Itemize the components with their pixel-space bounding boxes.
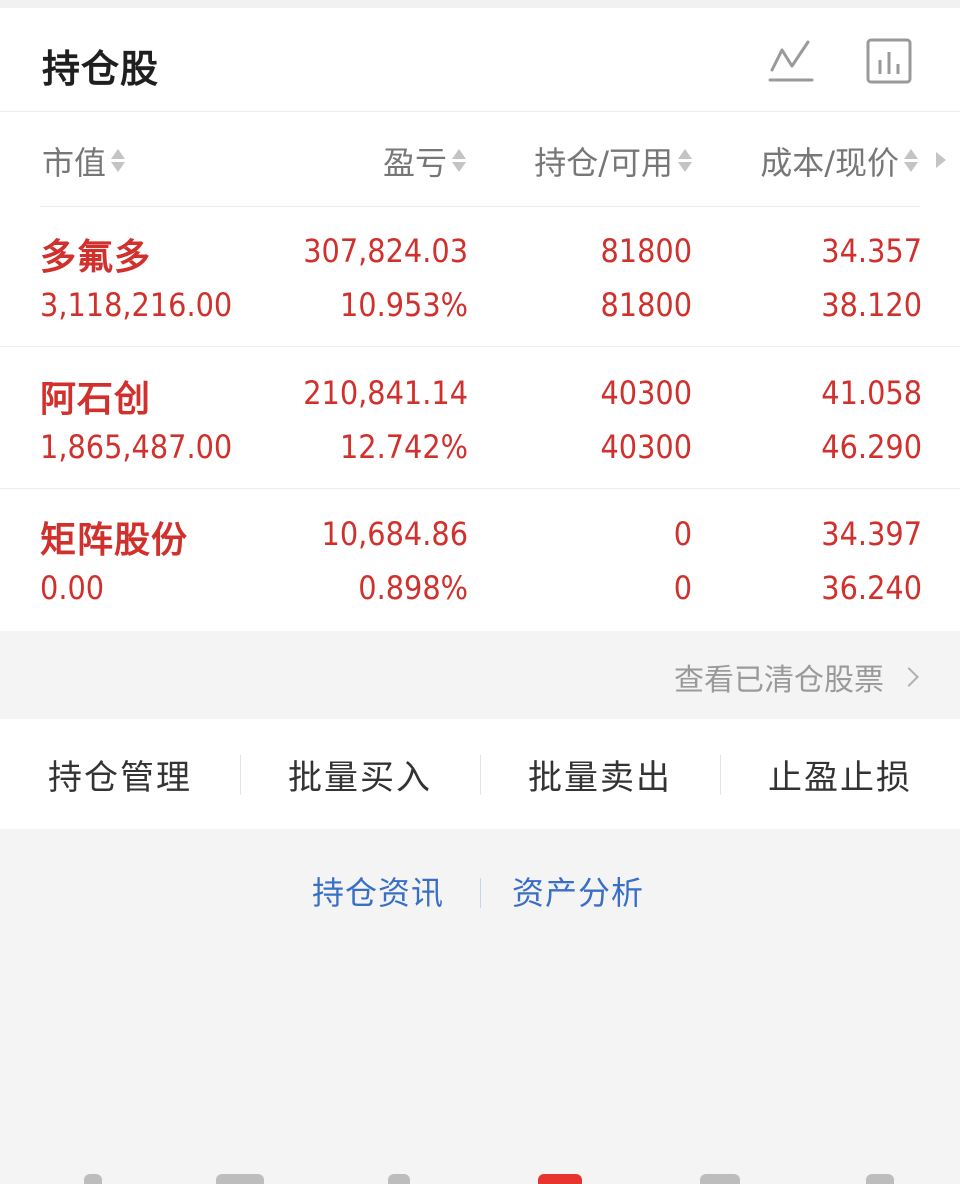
sort-icon [450,144,468,178]
view-cleared-stocks-link[interactable]: 查看已清仓股票 [674,655,919,699]
divider [0,346,960,347]
market-value: 0.00 [40,569,105,607]
market-value: 3,118,216.00 [40,286,233,324]
nav-icon[interactable] [388,1174,410,1184]
bar-chart-icon[interactable] [864,36,914,86]
divider [480,878,481,908]
sort-icon [109,144,127,178]
profit-percent: 12.742% [339,428,468,466]
position-qty: 0 [673,515,692,553]
profit-percent: 0.898% [358,569,468,607]
nav-icon[interactable] [866,1174,894,1184]
profit-amount: 10,684.86 [321,515,468,553]
column-market-value[interactable]: 市值 [42,138,127,184]
cost-price: 34.357 [821,232,922,270]
table-row[interactable]: 矩阵股份 0.00 10,684.86 0.898% 0 0 34.397 36… [0,489,960,630]
table-header: 市值 盈亏 持仓/可用 成本/现价 [0,112,960,206]
profit-amount: 210,841.14 [303,374,468,412]
cost-price: 41.058 [821,374,922,412]
column-profit[interactable]: 盈亏 [383,138,468,184]
holdings-news-link[interactable]: 持仓资讯 [312,868,444,914]
asset-analysis-link[interactable]: 资产分析 [512,868,644,914]
column-position[interactable]: 持仓/可用 [534,138,694,184]
link-label: 查看已清仓股票 [674,663,884,698]
current-price: 46.290 [821,428,922,466]
chevron-right-icon [899,667,919,687]
page-title: 持仓股 [42,47,160,91]
stop-profit-loss-button[interactable]: 止盈止损 [720,719,960,829]
available-qty: 0 [673,569,692,607]
nav-icon[interactable] [538,1174,582,1184]
column-label: 成本/现价 [760,144,899,182]
stock-name: 阿石创 [40,379,152,420]
column-label: 盈亏 [382,144,447,182]
position-qty: 40300 [600,374,692,412]
column-label: 市值 [42,144,107,182]
bottom-nav-peek [0,1166,960,1184]
market-value: 1,865,487.00 [40,428,233,466]
sort-icon [902,144,920,178]
available-qty: 81800 [600,286,692,324]
nav-icon[interactable] [700,1174,740,1184]
action-bar: 持仓管理 批量买入 批量卖出 止盈止损 [0,719,960,829]
current-price: 36.240 [821,569,922,607]
info-links: 持仓资讯 资产分析 [0,860,960,920]
stock-name: 多氟多 [40,237,152,278]
sort-icon [676,144,694,178]
current-price: 38.120 [821,286,922,324]
table-row[interactable]: 阿石创 1,865,487.00 210,841.14 12.742% 4030… [0,348,960,489]
position-qty: 81800 [600,232,692,270]
table-row[interactable]: 多氟多 3,118,216.00 307,824.03 10.953% 8180… [0,206,960,347]
profit-amount: 307,824.03 [303,232,468,270]
top-strip [0,0,960,8]
cost-price: 34.397 [821,515,922,553]
scroll-right-icon[interactable] [936,152,946,168]
batch-buy-button[interactable]: 批量买入 [240,719,480,829]
cleared-stocks-section: 查看已清仓股票 [0,631,960,719]
column-cost-price[interactable]: 成本/现价 [760,138,920,184]
available-qty: 40300 [600,428,692,466]
stock-name: 矩阵股份 [40,520,189,561]
column-label: 持仓/可用 [534,144,673,182]
batch-sell-button[interactable]: 批量卖出 [480,719,720,829]
holdings-header: 持仓股 [0,8,960,112]
position-management-button[interactable]: 持仓管理 [0,719,240,829]
profit-percent: 10.953% [339,286,468,324]
nav-icon[interactable] [216,1174,264,1184]
nav-icon[interactable] [84,1174,102,1184]
line-chart-icon[interactable] [766,36,816,86]
holdings-table: 多氟多 3,118,216.00 307,824.03 10.953% 8180… [0,206,960,631]
